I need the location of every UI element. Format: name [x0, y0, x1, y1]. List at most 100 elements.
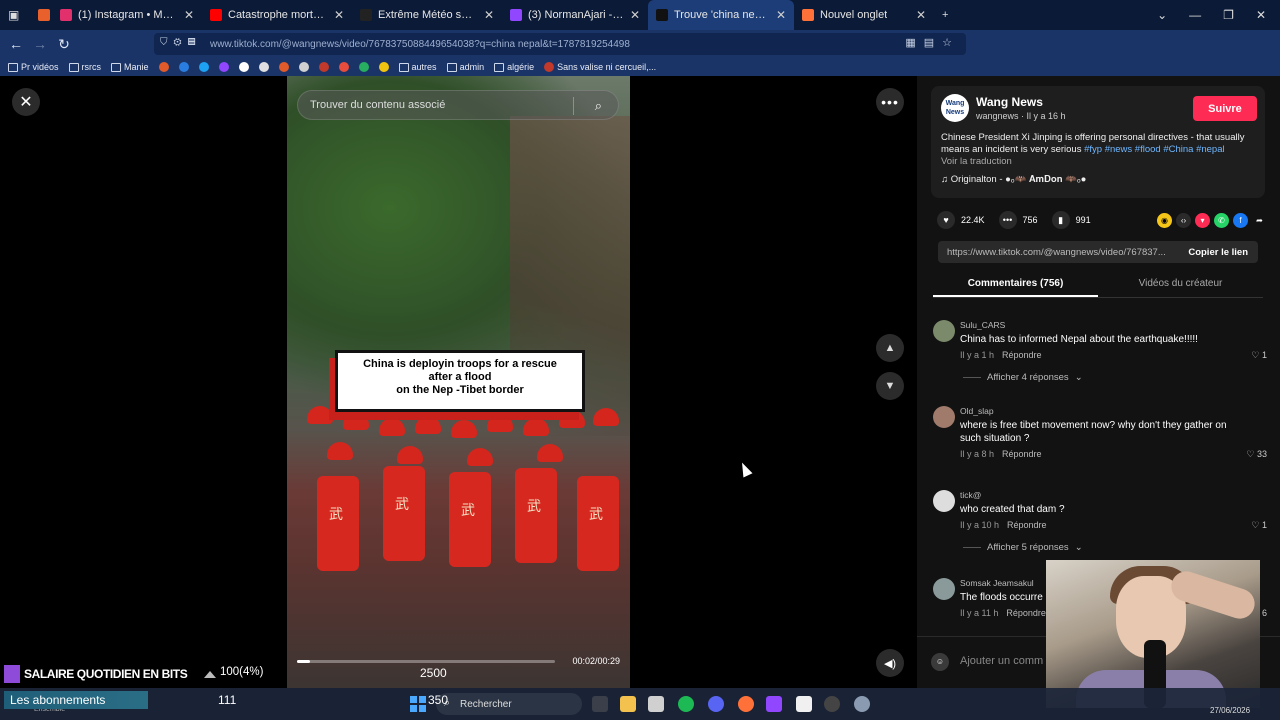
browser-tab[interactable]: Trouve 'china nepal' sur TikTok | ✕ [648, 0, 794, 30]
reply-button[interactable]: Répondre [1006, 608, 1046, 618]
commenter-avatar[interactable] [933, 406, 955, 428]
commenter-name[interactable]: Somsak Jeamsakul [960, 578, 1034, 588]
copy-link-button[interactable]: Copier le lien [1188, 247, 1258, 258]
obs-icon[interactable] [824, 696, 840, 712]
like-button[interactable]: ♥ 22.4K [937, 211, 985, 229]
bookmark-item[interactable] [338, 62, 349, 72]
coin-icon[interactable]: ◉ [1157, 212, 1172, 228]
video-player[interactable]: 武 武 武 武 武 Trouver du contenu associé ⌕ C… [287, 76, 630, 688]
show-replies-button[interactable]: Afficher 4 réponses ⌄ [963, 372, 1083, 383]
forward-icon[interactable]: → [28, 36, 52, 52]
bookmark-item[interactable]: Manie [111, 62, 149, 72]
bookmark-item[interactable] [358, 62, 369, 72]
commenter-name[interactable]: tick@ [960, 490, 981, 500]
bookmark-item[interactable] [258, 62, 269, 72]
minimize-icon[interactable]: — [1189, 8, 1201, 22]
bookmark-item[interactable]: admin [446, 62, 484, 72]
browser-tab[interactable]: (3) NormanAjari - Twitch ✕ [502, 0, 648, 30]
share-arrow-icon[interactable]: ➦ [1252, 213, 1267, 228]
twitch-icon[interactable] [766, 696, 782, 712]
comment-button[interactable]: ••• 756 [998, 211, 1038, 229]
volume-button[interactable]: ◀) [876, 649, 904, 677]
bookmark-item[interactable]: rsrcs [68, 62, 101, 72]
search-icon[interactable]: ⌕ [595, 98, 602, 114]
reload-icon[interactable]: ↻ [52, 36, 76, 53]
tab-close-icon[interactable]: ✕ [776, 8, 786, 22]
address-bar[interactable]: ⛉⚙▤ www.tiktok.com/@wangnews/video/76783… [154, 33, 966, 55]
tab-comments[interactable]: Commentaires (756) [933, 274, 1098, 297]
browser-tab[interactable]: Extrême Météo sur X : « Les ind ✕ [352, 0, 502, 30]
tab-overview-button[interactable]: ▣ [0, 0, 30, 30]
follow-button[interactable]: Suivre [1193, 96, 1257, 121]
show-replies-button[interactable]: Afficher 5 réponses ⌄ [963, 542, 1083, 553]
whatsapp-icon[interactable]: ✆ [1214, 212, 1229, 228]
commenter-name[interactable]: Sulu_CARS [960, 320, 1005, 330]
see-translation-link[interactable]: Voir la traduction [941, 156, 1012, 167]
firefox-icon[interactable] [738, 696, 754, 712]
close-video-button[interactable]: ✕ [12, 88, 40, 116]
tab-close-icon[interactable]: ✕ [184, 8, 194, 22]
file-explorer-icon[interactable] [620, 696, 636, 712]
tab-creator-videos[interactable]: Vidéos du créateur [1098, 274, 1263, 297]
bookmark-item[interactable] [378, 62, 389, 72]
previous-video-button[interactable]: ▲ [876, 334, 904, 362]
reply-button[interactable]: Répondre [1002, 449, 1042, 459]
settings-icon[interactable] [854, 696, 870, 712]
browser-tab[interactable]: (1) Instagram • Messages ✕ [52, 0, 202, 30]
back-icon[interactable]: ← [4, 36, 28, 52]
commenter-avatar[interactable] [933, 578, 955, 600]
related-content-search[interactable]: Trouver du contenu associé ⌕ [297, 90, 619, 120]
windows-start-icon[interactable] [410, 696, 426, 712]
bookmark-star-icon[interactable]: ▦▤☆ [905, 36, 960, 49]
tab-close-icon[interactable]: ✕ [334, 8, 344, 22]
author-name[interactable]: Wang News [976, 95, 1043, 109]
bookmark-item[interactable]: algérie [494, 62, 534, 72]
bookmark-item[interactable] [318, 62, 329, 72]
bookmark-item[interactable] [238, 62, 249, 72]
bookmark-item[interactable] [158, 62, 169, 72]
tab-close-icon[interactable]: ✕ [484, 8, 494, 22]
browser-tab[interactable]: Nouvel onglet ✕ [794, 0, 934, 30]
embed-icon[interactable]: ‹› [1176, 212, 1191, 228]
more-options-button[interactable]: ••• [876, 88, 904, 116]
browser-tab[interactable]: Catastrophe mortelle à la fronti ✕ [202, 0, 352, 30]
next-video-button[interactable]: ▼ [876, 372, 904, 400]
original-sound-link[interactable]: ♫ Originalton - ●ₒ🦇 𝐀𝐦𝐃𝐨𝐧 🦇ₒ● [941, 174, 1086, 185]
save-button[interactable]: ▮ 991 [1051, 211, 1091, 229]
facebook-icon[interactable]: f [1233, 212, 1248, 228]
browser-tab[interactable] [30, 0, 52, 30]
new-tab-button[interactable]: + [934, 0, 958, 30]
repost-icon[interactable]: ▾ [1195, 212, 1210, 228]
close-window-icon[interactable]: ✕ [1256, 8, 1266, 22]
bookmark-item[interactable] [178, 62, 189, 72]
bookmark-item[interactable] [298, 62, 309, 72]
post-hashtags[interactable]: #fyp #news #flood #China #nepal [1084, 144, 1225, 155]
task-view-icon[interactable] [592, 696, 608, 712]
add-comment-input[interactable]: Ajouter un comm [960, 655, 1043, 667]
author-avatar[interactable]: Wang News [941, 94, 969, 122]
bookmark-item[interactable]: autres [398, 62, 437, 72]
snipping-tool-icon[interactable] [648, 696, 664, 712]
maximize-icon[interactable]: ❐ [1223, 8, 1234, 22]
bookmark-item[interactable]: Pr vidéos [8, 62, 59, 72]
commenter-avatar[interactable] [933, 320, 955, 342]
tab-close-icon[interactable]: ✕ [916, 8, 926, 22]
comment-like-button[interactable]: ♡ 1 [1251, 520, 1267, 531]
bookmark-item[interactable] [198, 62, 209, 72]
reply-button[interactable]: Répondre [1007, 520, 1047, 530]
tab-list-icon[interactable]: ⌄ [1157, 8, 1167, 22]
comment-like-button[interactable]: ♡ 33 [1246, 449, 1267, 460]
bookmark-item[interactable] [218, 62, 229, 72]
video-progress-bar[interactable] [297, 660, 555, 663]
bookmark-item[interactable]: Sans valise ni cercueil,... [544, 62, 656, 72]
commenter-avatar[interactable] [933, 490, 955, 512]
bookmark-item[interactable] [278, 62, 289, 72]
comment-like-button[interactable]: ♡ 1 [1251, 350, 1267, 361]
tab-close-icon[interactable]: ✕ [630, 8, 640, 22]
commenter-name[interactable]: Old_slap [960, 406, 994, 416]
site-info-icon[interactable]: ⛉⚙▤ [160, 37, 202, 48]
notepad-icon[interactable] [796, 696, 812, 712]
spotify-icon[interactable] [678, 696, 694, 712]
taskbar-search[interactable]: ⌕ Rechercher [436, 693, 582, 715]
reply-button[interactable]: Répondre [1002, 350, 1042, 360]
